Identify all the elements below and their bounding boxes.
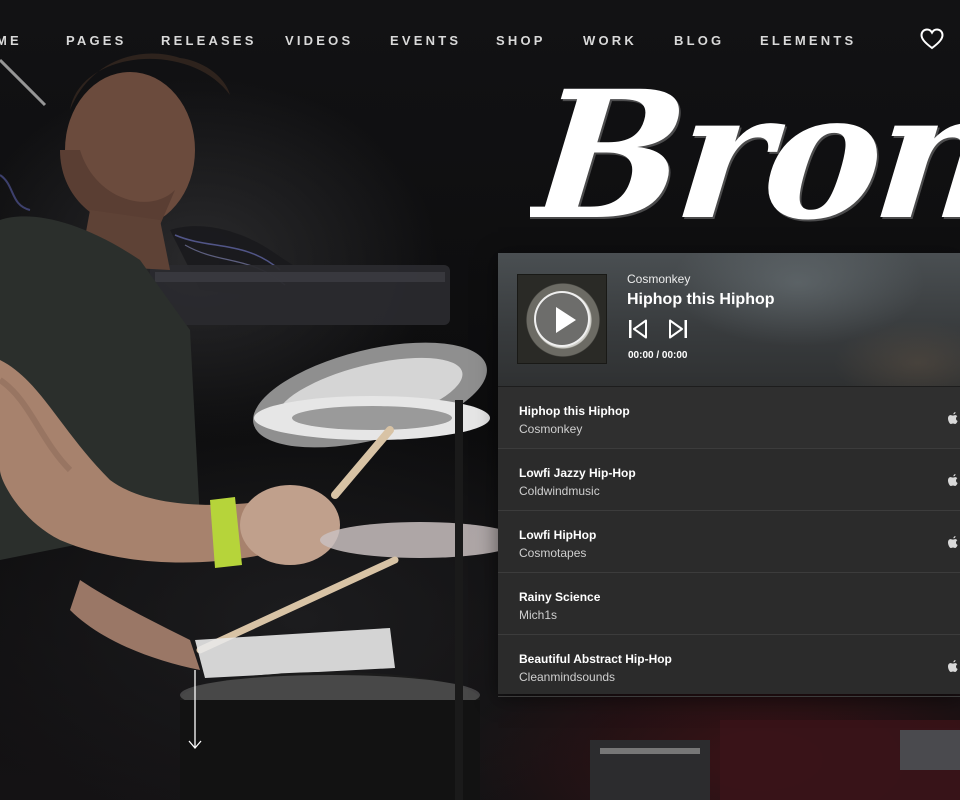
nav-item-home[interactable]: ME <box>0 33 22 48</box>
playlist-item[interactable]: Hiphop this Hiphop Cosmonkey <box>498 387 960 449</box>
nav-item-elements[interactable]: ELEMENTS <box>760 33 856 48</box>
track-artist: Cleanmindsounds <box>519 670 616 684</box>
track-title: Beautiful Abstract Hip-Hop <box>519 652 672 666</box>
previous-icon[interactable] <box>627 319 649 339</box>
heart-icon[interactable] <box>920 28 944 50</box>
apple-icon[interactable] <box>946 411 960 425</box>
main-navigation: ME PAGES RELEASES VIDEOS EVENTS SHOP WOR… <box>0 0 960 80</box>
hero-title-text: Bronz <box>530 86 960 256</box>
hero-title: Bronz <box>530 86 960 256</box>
track-title: Rainy Science <box>519 590 601 604</box>
album-cover[interactable] <box>517 274 607 364</box>
track-title: Lowfi Jazzy Hip-Hop <box>519 466 636 480</box>
now-playing-panel: Cosmonkey Hiphop this Hiphop 00:00 / 00:… <box>498 253 960 387</box>
playlist-item[interactable]: Beautiful Abstract Hip-Hop Cleanmindsoun… <box>498 635 960 697</box>
playlist-item[interactable]: Rainy Science Mich1s <box>498 573 960 635</box>
hero-stage: ME PAGES RELEASES VIDEOS EVENTS SHOP WOR… <box>0 0 960 800</box>
nav-item-work[interactable]: WORK <box>583 33 637 48</box>
playlist: Hiphop this Hiphop Cosmonkey Lowfi Jazzy… <box>498 387 960 697</box>
playlist-item[interactable]: Lowfi HipHop Cosmotapes <box>498 511 960 573</box>
track-title: Lowfi HipHop <box>519 528 597 542</box>
track-artist: Coldwindmusic <box>519 484 600 498</box>
play-icon[interactable] <box>534 291 590 347</box>
nav-item-events[interactable]: EVENTS <box>390 33 461 48</box>
arrow-down-icon[interactable] <box>186 668 204 754</box>
nav-item-shop[interactable]: SHOP <box>496 33 546 48</box>
next-icon[interactable] <box>667 319 689 339</box>
track-artist: Cosmonkey <box>519 422 583 436</box>
playback-time: 00:00 / 00:00 <box>628 350 688 361</box>
nav-item-blog[interactable]: BLOG <box>674 33 724 48</box>
now-playing-artist: Cosmonkey <box>627 272 691 286</box>
audio-player: Cosmonkey Hiphop this Hiphop 00:00 / 00:… <box>498 253 960 697</box>
track-artist: Mich1s <box>519 608 558 622</box>
track-title: Hiphop this Hiphop <box>519 404 630 418</box>
playlist-item[interactable]: Lowfi Jazzy Hip-Hop Coldwindmusic <box>498 449 960 511</box>
nav-item-releases[interactable]: RELEASES <box>161 33 257 48</box>
nav-item-videos[interactable]: VIDEOS <box>285 33 353 48</box>
nav-item-pages[interactable]: PAGES <box>66 33 127 48</box>
track-artist: Cosmotapes <box>519 546 587 560</box>
apple-icon[interactable] <box>946 659 960 673</box>
apple-icon[interactable] <box>946 535 960 549</box>
apple-icon[interactable] <box>946 473 960 487</box>
now-playing-title: Hiphop this Hiphop <box>627 291 775 308</box>
